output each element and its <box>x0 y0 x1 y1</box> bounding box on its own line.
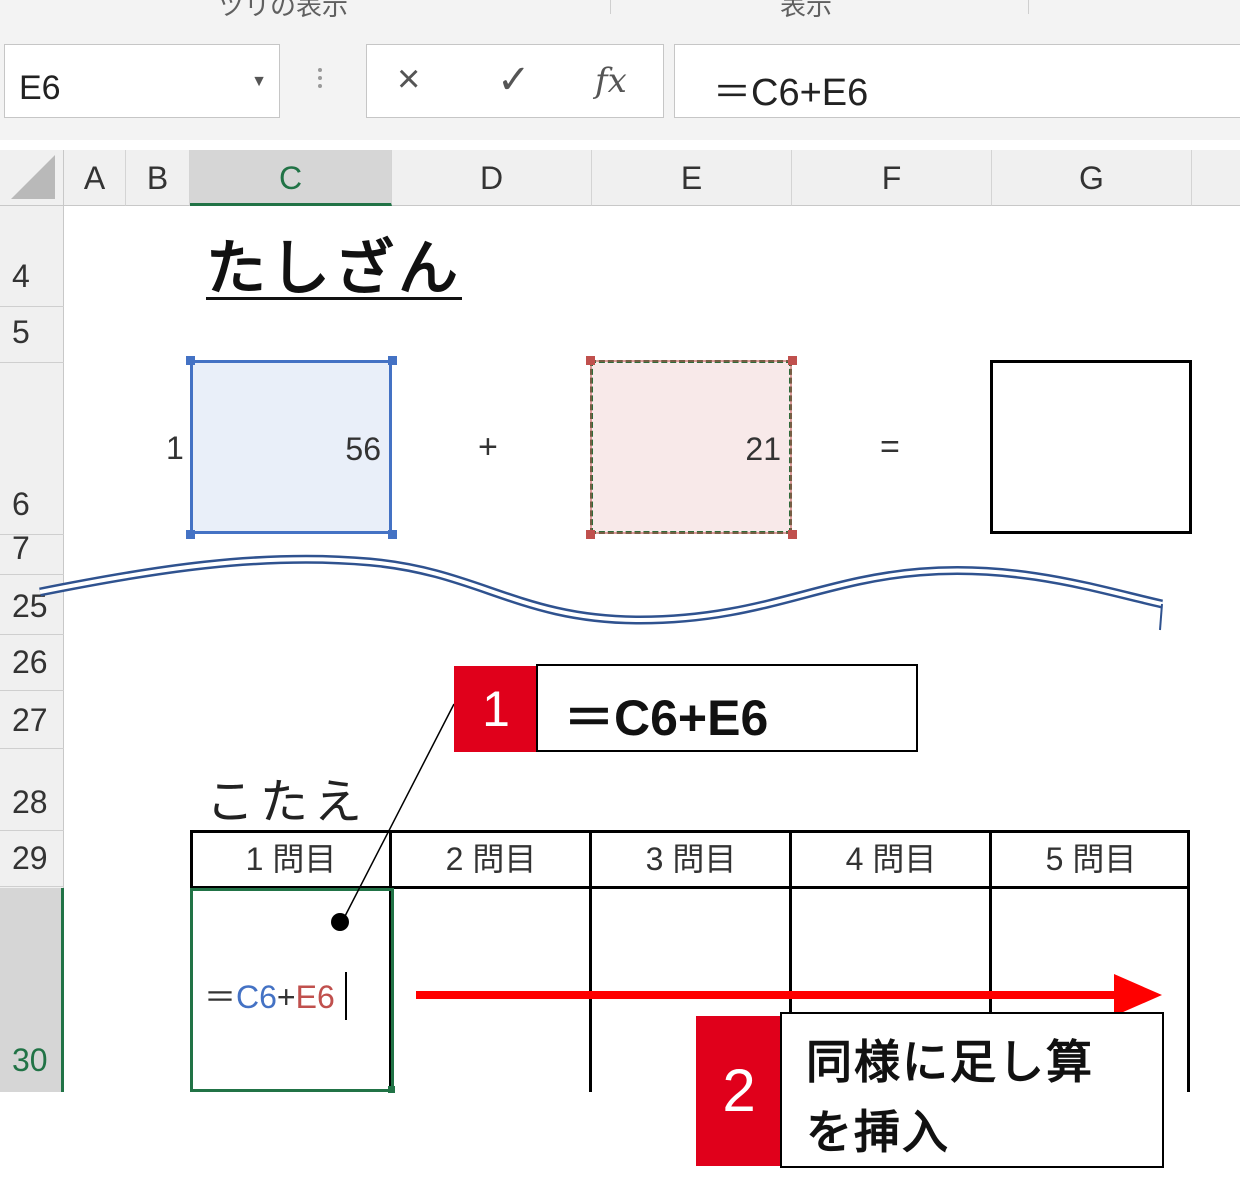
row-divider <box>0 362 64 363</box>
column-header-e[interactable]: E <box>592 150 792 206</box>
range-handle[interactable] <box>186 530 195 539</box>
row-break-wave <box>39 554 1163 631</box>
edit-equals: ＝ <box>204 979 237 1015</box>
insert-function-icon[interactable]: fx <box>595 61 627 101</box>
cell-c6[interactable]: 56 <box>190 360 392 534</box>
name-box-value: E6 <box>19 69 61 107</box>
range-handle[interactable] <box>788 530 797 539</box>
cell-e6[interactable]: 21 <box>590 360 792 534</box>
plus-sign: + <box>478 428 498 466</box>
row-divider <box>0 306 64 307</box>
range-handle[interactable] <box>388 356 397 365</box>
column-header-c[interactable]: C <box>190 150 392 206</box>
callout-1-badge: 1 <box>454 666 538 752</box>
edit-plus: + <box>276 979 296 1015</box>
row-header-28[interactable]: 28 <box>0 784 64 821</box>
edit-ref-e6: E6 <box>295 979 335 1015</box>
row-header-29[interactable]: 29 <box>0 840 64 877</box>
name-box[interactable]: E6 ▼ <box>4 44 280 118</box>
row-header-6[interactable]: 6 <box>0 486 64 523</box>
cell-e6-value: 21 <box>745 431 781 467</box>
equals-sign: = <box>880 428 900 466</box>
column-header-f[interactable]: F <box>792 150 992 206</box>
callout-leader-line <box>331 703 455 931</box>
formula-input[interactable]: ＝C6+E6 <box>674 44 1240 118</box>
callout-1-box: ＝C6+E6 <box>536 664 918 752</box>
callout-2-line2: を挿入 <box>806 1106 950 1158</box>
cell-g6[interactable] <box>990 360 1192 534</box>
range-handle[interactable] <box>586 356 595 365</box>
chevron-down-icon[interactable]: ▼ <box>251 73 267 91</box>
row-divider <box>0 748 64 749</box>
page-title: たしざん <box>206 235 462 302</box>
range-handle[interactable] <box>186 356 195 365</box>
column-header-b[interactable]: B <box>126 150 190 206</box>
fill-handle[interactable] <box>388 1086 395 1093</box>
ribbon-strip: ツリの表示 表示 <box>0 0 1240 23</box>
cell-edit-text[interactable]: ＝C6+E6 <box>204 972 335 1018</box>
callout-2-box: 同様に足し算 を挿入 <box>780 1012 1164 1168</box>
table-header-q3[interactable]: 3 問目 <box>592 830 790 888</box>
row-header-27[interactable]: 27 <box>0 702 64 739</box>
enter-icon[interactable]: ✓ <box>497 57 531 103</box>
range-handle[interactable] <box>788 356 797 365</box>
callout-2-line1: 同様に足し算 <box>806 1036 1094 1088</box>
select-all-button[interactable] <box>0 150 64 206</box>
cell-c6-value: 56 <box>345 431 381 467</box>
table-header-q5[interactable]: 5 問目 <box>992 830 1190 888</box>
row-divider <box>0 886 64 887</box>
callout-2-badge: 2 <box>696 1016 782 1166</box>
range-handle[interactable] <box>586 530 595 539</box>
row-header-26[interactable]: 26 <box>0 644 64 681</box>
range-handle[interactable] <box>388 530 397 539</box>
ribbon-group-label: 表示 <box>780 0 833 21</box>
ribbon-separator <box>610 0 611 14</box>
column-header-d[interactable]: D <box>392 150 592 206</box>
row-divider <box>0 690 64 691</box>
column-header-a[interactable]: A <box>64 150 126 206</box>
cell-b6[interactable]: 1 <box>166 430 184 467</box>
callout-1-text: ＝C6+E6 <box>564 690 769 746</box>
row-header-5[interactable]: 5 <box>0 314 64 351</box>
ribbon-group-label: ツリの表示 <box>218 0 349 21</box>
text-caret <box>345 972 347 1020</box>
row-header-4[interactable]: 4 <box>0 258 64 295</box>
drag-handle-icon[interactable] <box>316 64 324 98</box>
formula-buttons: × ✓ fx <box>366 44 664 118</box>
row-divider <box>0 830 64 831</box>
cancel-icon[interactable]: × <box>397 57 420 102</box>
table-header-q4[interactable]: 4 問目 <box>792 830 990 888</box>
column-header-h[interactable] <box>1192 150 1240 206</box>
edit-ref-c6: C6 <box>236 979 277 1015</box>
column-header-g[interactable]: G <box>992 150 1192 206</box>
ribbon-separator <box>1028 0 1029 14</box>
row-header-30[interactable]: 30 <box>0 1042 64 1079</box>
formula-text: ＝C6+E6 <box>713 72 869 114</box>
